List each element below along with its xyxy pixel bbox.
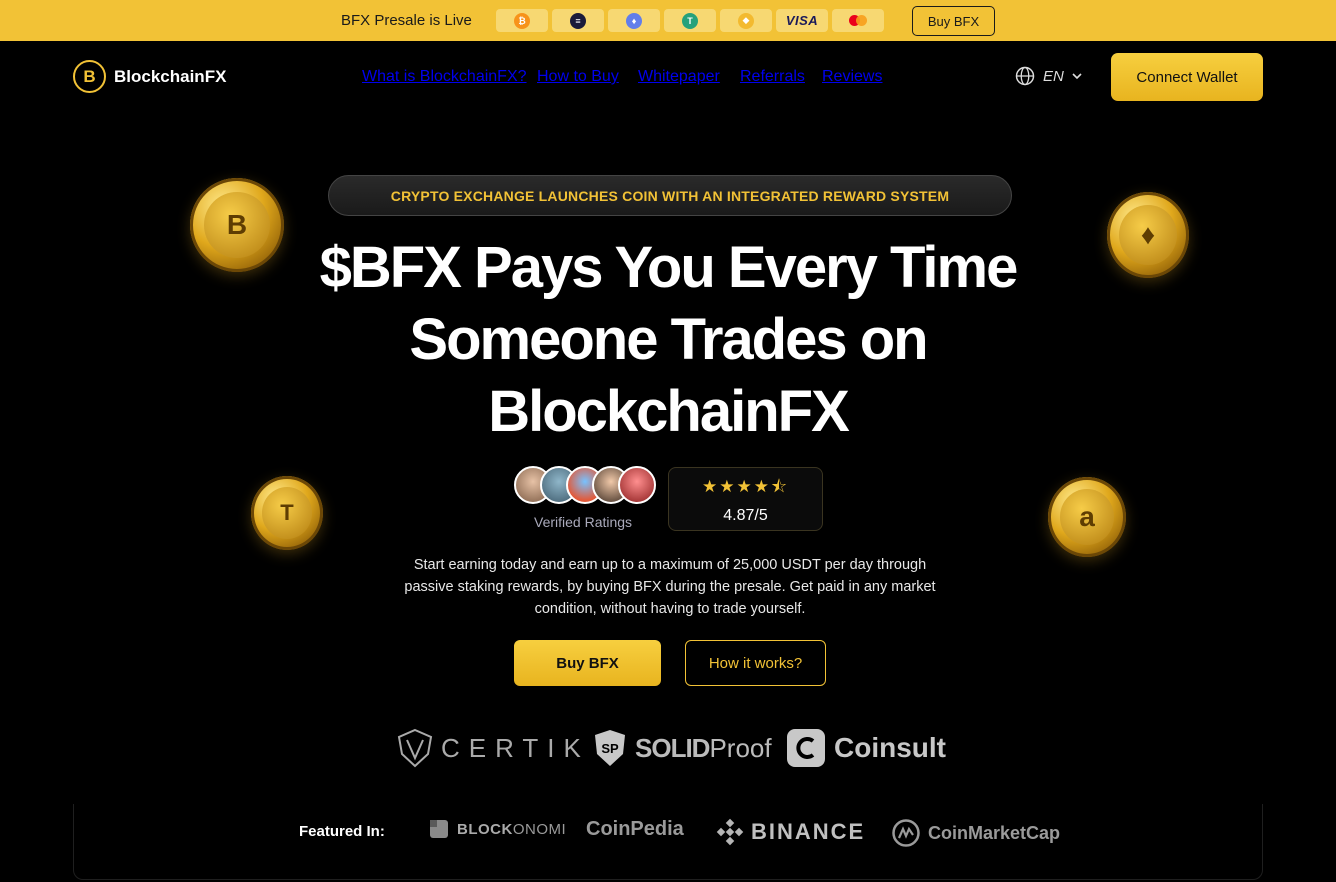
binance-icon <box>716 818 744 846</box>
solidproof-text: SOLIDProof <box>635 732 772 763</box>
mastercard-payment-chip <box>832 9 884 32</box>
how-it-works-button[interactable]: How it works? <box>685 640 826 686</box>
blockonomi-logo[interactable]: BLOCKONOMI <box>428 818 566 840</box>
tether-payment-chip: T <box>664 9 716 32</box>
hero-headline-line-2: Someone Trades on <box>409 307 928 372</box>
language-selector[interactable]: EN <box>1015 66 1082 86</box>
nav-link-reviews[interactable]: Reviews <box>822 68 882 86</box>
binance-text: BINANCE <box>751 819 866 844</box>
coinmarketcap-logo[interactable]: CoinMarketCap <box>891 818 1060 848</box>
bitcoin-payment-chip: ₿ <box>496 9 548 32</box>
nav-link-how-to-buy[interactable]: How to Buy <box>537 68 619 86</box>
featured-in-label: Featured In: <box>299 823 385 840</box>
coinmarketcap-text: CoinMarketCap <box>928 822 1061 843</box>
solana-payment-chip: ≡ <box>552 9 604 32</box>
coinpedia-logo[interactable]: CoinPedia <box>586 818 684 841</box>
certik-logo: CERTIK <box>397 728 590 768</box>
nav-link-what-is[interactable]: What is BlockchainFX? <box>362 68 527 86</box>
bnb-icon: ◆ <box>738 12 754 29</box>
rating-value: 4.87/5 <box>723 506 768 524</box>
solidproof-shield-icon: SP <box>595 730 625 766</box>
featured-in-panel <box>73 804 1263 880</box>
bnb-payment-chip: ◆ <box>720 9 772 32</box>
hero-headline-line-1: $BFX Pays You Every Time <box>319 235 1019 300</box>
ethereum-payment-chip: ♦ <box>608 9 660 32</box>
blockchainfx-logo-icon: B <box>73 60 106 93</box>
brand-name: BlockchainFX <box>114 66 227 86</box>
visa-payment-chip: VISA <box>776 9 828 32</box>
visa-icon: VISA <box>785 13 819 28</box>
nav-link-whitepaper[interactable]: Whitepaper <box>638 68 720 86</box>
amazon-coin-icon: a <box>1048 477 1126 557</box>
binance-logo[interactable]: BINANCE <box>716 818 865 846</box>
certik-text: CERTIK <box>441 732 590 763</box>
ethereum-icon: ♦ <box>626 12 642 29</box>
presale-banner: BFX Presale is Live ₿ ≡ ♦ T ◆ VISA Buy B… <box>0 0 1336 41</box>
presale-banner-text: BFX Presale is Live <box>341 12 472 29</box>
globe-icon <box>1015 66 1035 86</box>
blockonomi-icon <box>430 820 448 838</box>
rating-box: ★★★★⯪ 4.87/5 <box>668 467 823 531</box>
coinpedia-text: CoinPedia <box>586 818 684 840</box>
solana-icon: ≡ <box>570 12 586 29</box>
svg-text:SP: SP <box>601 741 619 756</box>
hero-buy-bfx-button[interactable]: Buy BFX <box>514 640 661 686</box>
verified-ratings-label: Verified Ratings <box>534 514 633 530</box>
brand-logo[interactable]: B BlockchainFX <box>73 60 226 93</box>
coinmarketcap-icon <box>892 819 920 847</box>
rating-stars-icon: ★★★★⯪ <box>701 476 790 496</box>
nav-link-referrals[interactable]: Referrals <box>740 68 805 86</box>
announcement-pill: CRYPTO EXCHANGE LAUNCHES COIN WITH AN IN… <box>328 175 1012 216</box>
tether-icon: T <box>682 12 698 29</box>
blockonomi-text: BLOCKONOMI <box>457 820 567 838</box>
bitcoin-icon: ₿ <box>514 12 530 29</box>
solidproof-logo: SP SOLIDProof <box>593 728 772 768</box>
ethereum-coin-icon: ♦ <box>1107 192 1189 278</box>
chevron-down-icon <box>1072 73 1082 80</box>
connect-wallet-button[interactable]: Connect Wallet <box>1111 53 1263 101</box>
coinsult-logo: Coinsult <box>786 728 946 768</box>
mastercard-icon <box>849 15 867 26</box>
coinsult-text: Coinsult <box>834 732 946 763</box>
tesla-coin-icon: T <box>251 476 323 550</box>
language-code: EN <box>1043 67 1064 85</box>
coinsult-icon <box>787 729 825 767</box>
hero-headline-line-3: BlockchainFX <box>488 379 850 444</box>
certik-shield-icon <box>397 728 433 768</box>
hero-headline: $BFX Pays You Every Time Someone Trades … <box>268 232 1068 448</box>
hero-description: Start earning today and earn up to a max… <box>404 557 936 617</box>
banner-buy-bfx-button[interactable]: Buy BFX <box>912 6 995 36</box>
reviewer-avatars <box>514 466 659 506</box>
avatar <box>618 466 656 504</box>
